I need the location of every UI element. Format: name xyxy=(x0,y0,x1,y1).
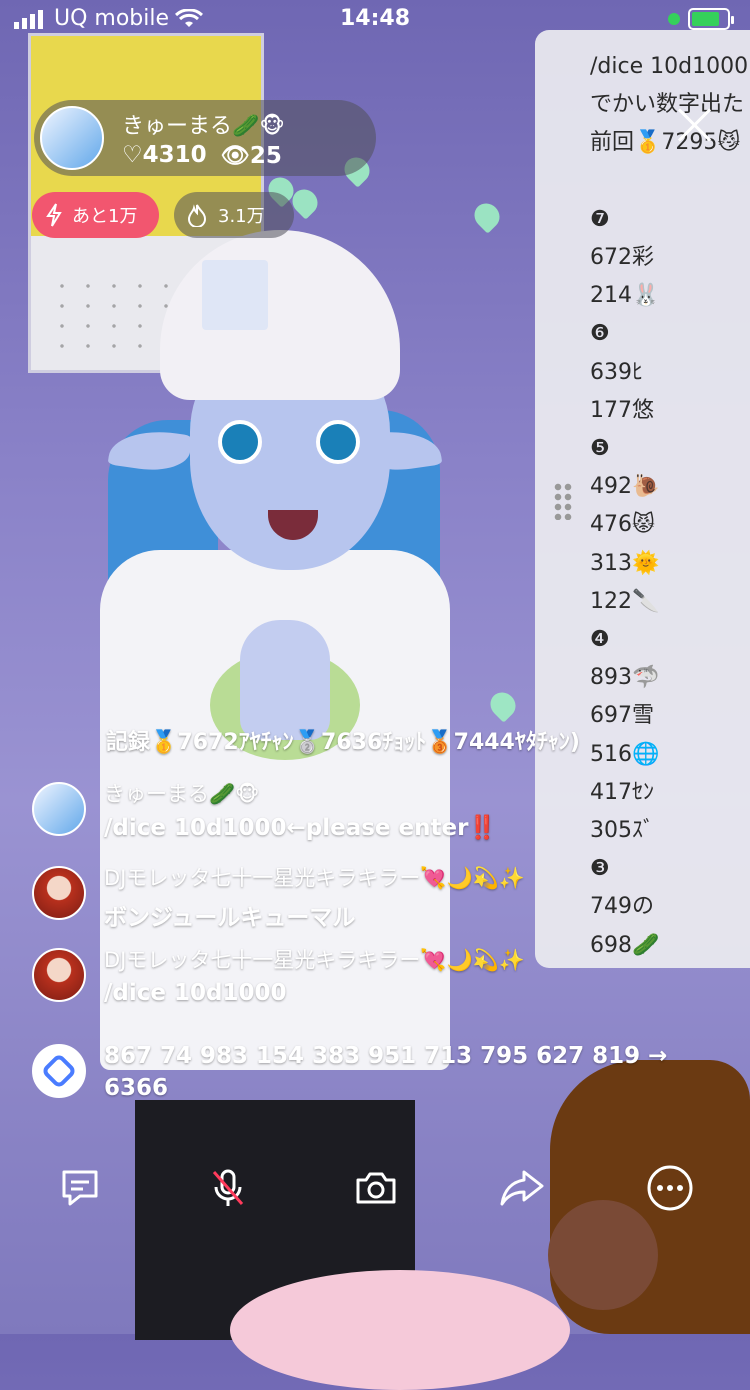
share-icon xyxy=(500,1170,544,1206)
clock: 14:48 xyxy=(339,6,411,31)
panel-line: /dice 10d1000 xyxy=(590,54,749,79)
panel-line: 214🐰 xyxy=(590,283,660,309)
flame-icon xyxy=(187,204,207,227)
more-button[interactable] xyxy=(632,1150,708,1226)
close-icon[interactable] xyxy=(675,105,715,145)
avatar-hands xyxy=(240,620,330,740)
panel-line: 177悠 xyxy=(590,397,654,423)
points-button[interactable]: 3.1万 xyxy=(174,192,294,238)
user-avatar[interactable] xyxy=(32,948,86,1002)
floor-donut xyxy=(230,1270,570,1390)
bot-text: 867 74 983 154 383 951 713 795 627 819 →… xyxy=(104,1043,668,1101)
streamer-name: きゅーまる🥒🐵 xyxy=(122,114,285,139)
streamer-avatar[interactable] xyxy=(40,106,104,170)
panel-line: ❻ xyxy=(590,321,610,347)
comment-icon xyxy=(62,1170,98,1206)
panel-line: ❹ xyxy=(590,627,610,653)
panel-line: でかい数字出た xyxy=(590,92,745,118)
panel-line: 313🌞 xyxy=(590,550,660,576)
share-button[interactable] xyxy=(484,1150,560,1226)
mic-muted-icon xyxy=(212,1169,244,1206)
goal-label: あと1万 xyxy=(72,206,138,227)
more-icon xyxy=(647,1165,693,1211)
avatar-eye-right xyxy=(316,420,360,464)
battery-fill xyxy=(692,12,719,26)
user-avatar[interactable] xyxy=(32,866,86,920)
panel-line: 893🦈 xyxy=(590,665,660,691)
camera-icon xyxy=(356,1172,396,1204)
message-text: /dice 10d1000 xyxy=(104,980,287,1006)
panel-line: 476😾 xyxy=(590,512,655,538)
panel-line xyxy=(590,163,750,201)
avatar-mouth xyxy=(268,510,318,540)
panel-line: 639ﾋ xyxy=(590,359,643,385)
avatar-cap xyxy=(160,230,400,400)
points-label: 3.1万 xyxy=(218,206,265,227)
chat-message: DJモレッタ七十一星光キラキラー💘🌙💫✨ /dice 10d1000 xyxy=(32,944,712,1014)
streamer-stats: ♡4310 👁25 xyxy=(122,142,282,169)
camera-active-indicator xyxy=(668,13,680,25)
panel-line: ❺ xyxy=(590,436,610,462)
panel-line: 672彩 xyxy=(590,245,654,271)
mic-toggle-button[interactable] xyxy=(190,1150,266,1226)
panel-line: 516🌐 xyxy=(590,741,660,767)
lightning-icon xyxy=(46,203,62,227)
panel-line: 前回🥇7295😼 xyxy=(590,130,741,156)
chat-message: DJモレッタ七十一星光キラキラー💘🌙💫✨ ボンジュールキューマル xyxy=(32,862,712,932)
bot-avatar[interactable] xyxy=(32,1044,86,1098)
avatar-eye-left xyxy=(218,420,262,464)
chat-message: きゅーまる🥒🐵 /dice 10d1000←please enter‼️ xyxy=(32,778,712,848)
panel-line: 122🔪 xyxy=(590,588,660,614)
streamer-profile[interactable]: きゅーまる🥒🐵 ♡4310 👁25 xyxy=(34,100,376,176)
record-banner: 記録🥇7672ｱﾔﾁｬﾝ🥈7636ﾁｮｯﾄ🥉7444ﾔﾀﾁｬﾝ) xyxy=(106,730,580,755)
panel-line: 492🐌 xyxy=(590,474,660,500)
message-text: /dice 10d1000←please enter‼️ xyxy=(104,815,498,841)
battery-icon xyxy=(688,8,734,30)
panel-line: ❼ xyxy=(590,206,610,232)
camera-button[interactable] xyxy=(338,1150,414,1226)
user-name: きゅーまる🥒🐵 xyxy=(104,782,260,806)
bot-logo-icon xyxy=(43,1055,75,1087)
user-name: DJモレッタ七十一星光キラキラー💘🌙💫✨ xyxy=(104,866,525,890)
heart-particle xyxy=(485,687,521,723)
user-avatar[interactable] xyxy=(32,782,86,836)
drag-handle-icon[interactable] xyxy=(553,482,573,520)
bot-message: 867 74 983 154 383 951 713 795 627 819 →… xyxy=(32,1040,712,1110)
panel-line: 697雪 xyxy=(590,703,654,729)
message-text: ボンジュールキューマル xyxy=(104,905,356,931)
comment-button[interactable] xyxy=(42,1150,118,1226)
heart-particle xyxy=(469,198,505,234)
bottom-toolbar xyxy=(0,1150,750,1226)
cap-badge xyxy=(202,260,268,330)
like-count: ♡4310 xyxy=(122,142,207,168)
viewer-count: 👁25 xyxy=(220,143,282,169)
status-right xyxy=(668,8,734,30)
goal-button[interactable]: あと1万 xyxy=(32,192,159,238)
user-name: DJモレッタ七十一星光キラキラー💘🌙💫✨ xyxy=(104,948,525,972)
